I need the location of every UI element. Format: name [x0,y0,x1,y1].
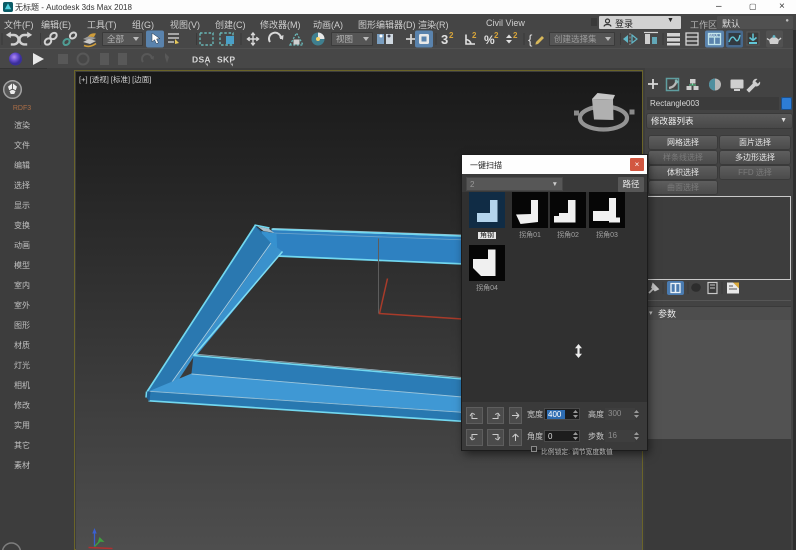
svg-text:3: 3 [441,32,448,47]
svg-text:2: 2 [494,31,499,40]
svg-text:MAX: MAX [709,32,718,37]
svg-text:2: 2 [513,31,518,40]
svg-text:2: 2 [449,31,454,40]
svg-text:2: 2 [472,31,477,40]
svg-text:SKP: SKP [217,55,235,65]
svg-text:DSA: DSA [192,55,211,65]
svg-text:{: { [528,32,533,47]
